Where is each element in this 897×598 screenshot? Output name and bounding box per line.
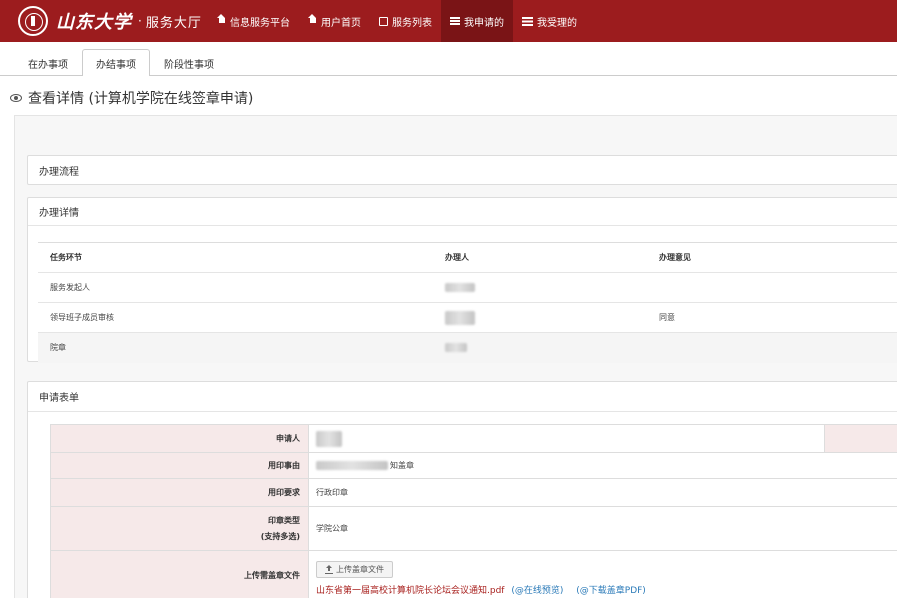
table-header-row: 任务环节 办理人 办理意见	[38, 242, 897, 273]
form-row-applicant: 申请人	[50, 424, 897, 453]
process-panel-heading[interactable]: 办理流程	[28, 156, 897, 184]
step-cell: 服务发起人	[38, 272, 433, 303]
applicant-label: 申请人	[50, 424, 309, 453]
detail-container: 办理流程 办理详情 任务环节 办理人 办理意见 服务发起人 领导班子成员审核 同…	[14, 115, 897, 598]
nav-item-user-home[interactable]: 用户首页	[299, 0, 370, 42]
detail-panel: 办理详情 任务环节 办理人 办理意见 服务发起人 领导班子成员审核 同意 院章	[27, 197, 897, 363]
upload-value: 上传盖章文件 山东省第一届高校计算机院长论坛会议通知.pdf (@在线预览) (…	[308, 550, 897, 598]
main-nav: 信息服务平台 用户首页 服务列表 我申请的 我受理的	[208, 0, 586, 42]
download-link[interactable]: (@下载盖章PDF)	[576, 586, 646, 596]
eye-icon	[10, 94, 22, 102]
opinion-cell	[647, 332, 897, 363]
form-row-upload: 上传需盖章文件 上传盖章文件 山东省第一届高校计算机院长论坛会议通知.pdf (…	[50, 550, 897, 598]
redacted-handler-name	[445, 343, 467, 353]
table-row: 院章	[38, 332, 897, 363]
brand[interactable]: 山东大学 · 服务大厅	[18, 6, 202, 36]
progress-table: 任务环节 办理人 办理意见 服务发起人 领导班子成员审核 同意 院章	[38, 242, 897, 363]
seal-type-value: 学院公章	[308, 506, 897, 551]
redacted-reason-text	[316, 461, 388, 470]
application-form-table: 申请人 用印事由 知盖章 用印要求 行政印章 印章类型 (支持多选) 学院公章	[50, 424, 897, 598]
seal-type-label-line1: 印章类型	[268, 515, 300, 525]
column-header-opinion: 办理意见	[647, 242, 897, 273]
form-row-reason: 用印事由 知盖章	[50, 452, 897, 479]
brand-separator: ·	[138, 14, 142, 28]
list-icon	[450, 17, 460, 25]
nav-item-label: 我申请的	[464, 17, 504, 29]
page-title: 查看详情 (计算机学院在线签章申请)	[10, 88, 253, 108]
seal-type-label: 印章类型 (支持多选)	[50, 506, 309, 551]
page-title-text: 查看详情 (计算机学院在线签章申请)	[28, 91, 254, 107]
applicant-value	[308, 424, 825, 453]
form-row-requirement: 用印要求 行政印章	[50, 478, 897, 507]
form-row-seal-type: 印章类型 (支持多选) 学院公章	[50, 506, 897, 551]
handler-cell	[433, 332, 647, 363]
form-panel-heading: 申请表单	[28, 382, 897, 412]
reason-value: 知盖章	[308, 452, 897, 479]
upload-button-label: 上传盖章文件	[336, 565, 384, 574]
opinion-cell: 同意	[647, 302, 897, 333]
nav-item-my-handled[interactable]: 我受理的	[513, 0, 586, 42]
handler-cell	[433, 302, 647, 333]
step-cell: 领导班子成员审核	[38, 302, 433, 333]
nav-item-label: 信息服务平台	[230, 17, 290, 29]
application-form-panel: 申请表单 申请人 用印事由 知盖章 用印要求 行政印章 印章类型 (支持多选) …	[27, 381, 897, 598]
nav-item-my-applications[interactable]: 我申请的	[441, 0, 513, 42]
edit-icon	[379, 16, 388, 26]
seal-type-label-line2: (支持多选)	[260, 531, 300, 541]
preview-link[interactable]: (@在线预览)	[511, 586, 563, 596]
redacted-handler-name	[445, 310, 475, 325]
site-title: 服务大厅	[145, 15, 202, 31]
top-navbar: 山东大学 · 服务大厅 信息服务平台 用户首页 服务列表 我申请的 我受理的	[0, 0, 897, 42]
requirement-value: 行政印章	[308, 478, 897, 507]
form-cell-extra	[824, 424, 897, 453]
column-header-step: 任务环节	[38, 242, 433, 273]
reason-value-text: 知盖章	[390, 461, 414, 470]
tab-staged[interactable]: 阶段性事项	[150, 49, 228, 76]
item-tabs: 在办事项 办结事项 阶段性事项	[14, 49, 228, 76]
tasks-icon	[522, 16, 533, 26]
handler-cell	[433, 272, 647, 303]
upload-button-wrap: 上传盖章文件	[316, 561, 897, 578]
uploaded-file-name[interactable]: 山东省第一届高校计算机院长论坛会议通知.pdf	[316, 586, 504, 596]
table-row: 服务发起人	[38, 272, 897, 303]
nav-item-label: 用户首页	[321, 17, 361, 29]
upload-label: 上传需盖章文件	[50, 550, 309, 598]
redacted-applicant-name	[316, 430, 342, 447]
nav-item-label: 我受理的	[537, 17, 577, 29]
university-logo-text: 山东大学	[56, 12, 132, 33]
upload-file-button[interactable]: 上传盖章文件	[316, 561, 393, 578]
upload-icon	[325, 564, 333, 574]
uploaded-file-line: 山东省第一届高校计算机院长论坛会议通知.pdf (@在线预览) (@下载盖章PD…	[316, 583, 897, 596]
column-header-handler: 办理人	[433, 242, 647, 273]
home-icon	[217, 14, 226, 25]
nav-item-label: 服务列表	[392, 17, 432, 29]
requirement-label: 用印要求	[50, 478, 309, 507]
step-cell: 院章	[38, 332, 433, 363]
tab-in-progress[interactable]: 在办事项	[14, 49, 82, 76]
university-seal-icon	[18, 6, 48, 36]
tab-completed[interactable]: 办结事项	[82, 49, 150, 76]
reason-label: 用印事由	[50, 452, 309, 479]
detail-panel-heading: 办理详情	[28, 198, 897, 226]
process-panel: 办理流程	[27, 155, 897, 185]
nav-item-info-platform[interactable]: 信息服务平台	[208, 0, 299, 42]
redacted-handler-name	[445, 283, 475, 292]
nav-item-service-list[interactable]: 服务列表	[370, 0, 441, 42]
table-row: 领导班子成员审核 同意	[38, 302, 897, 333]
opinion-cell	[647, 272, 897, 303]
home-icon	[308, 14, 317, 25]
